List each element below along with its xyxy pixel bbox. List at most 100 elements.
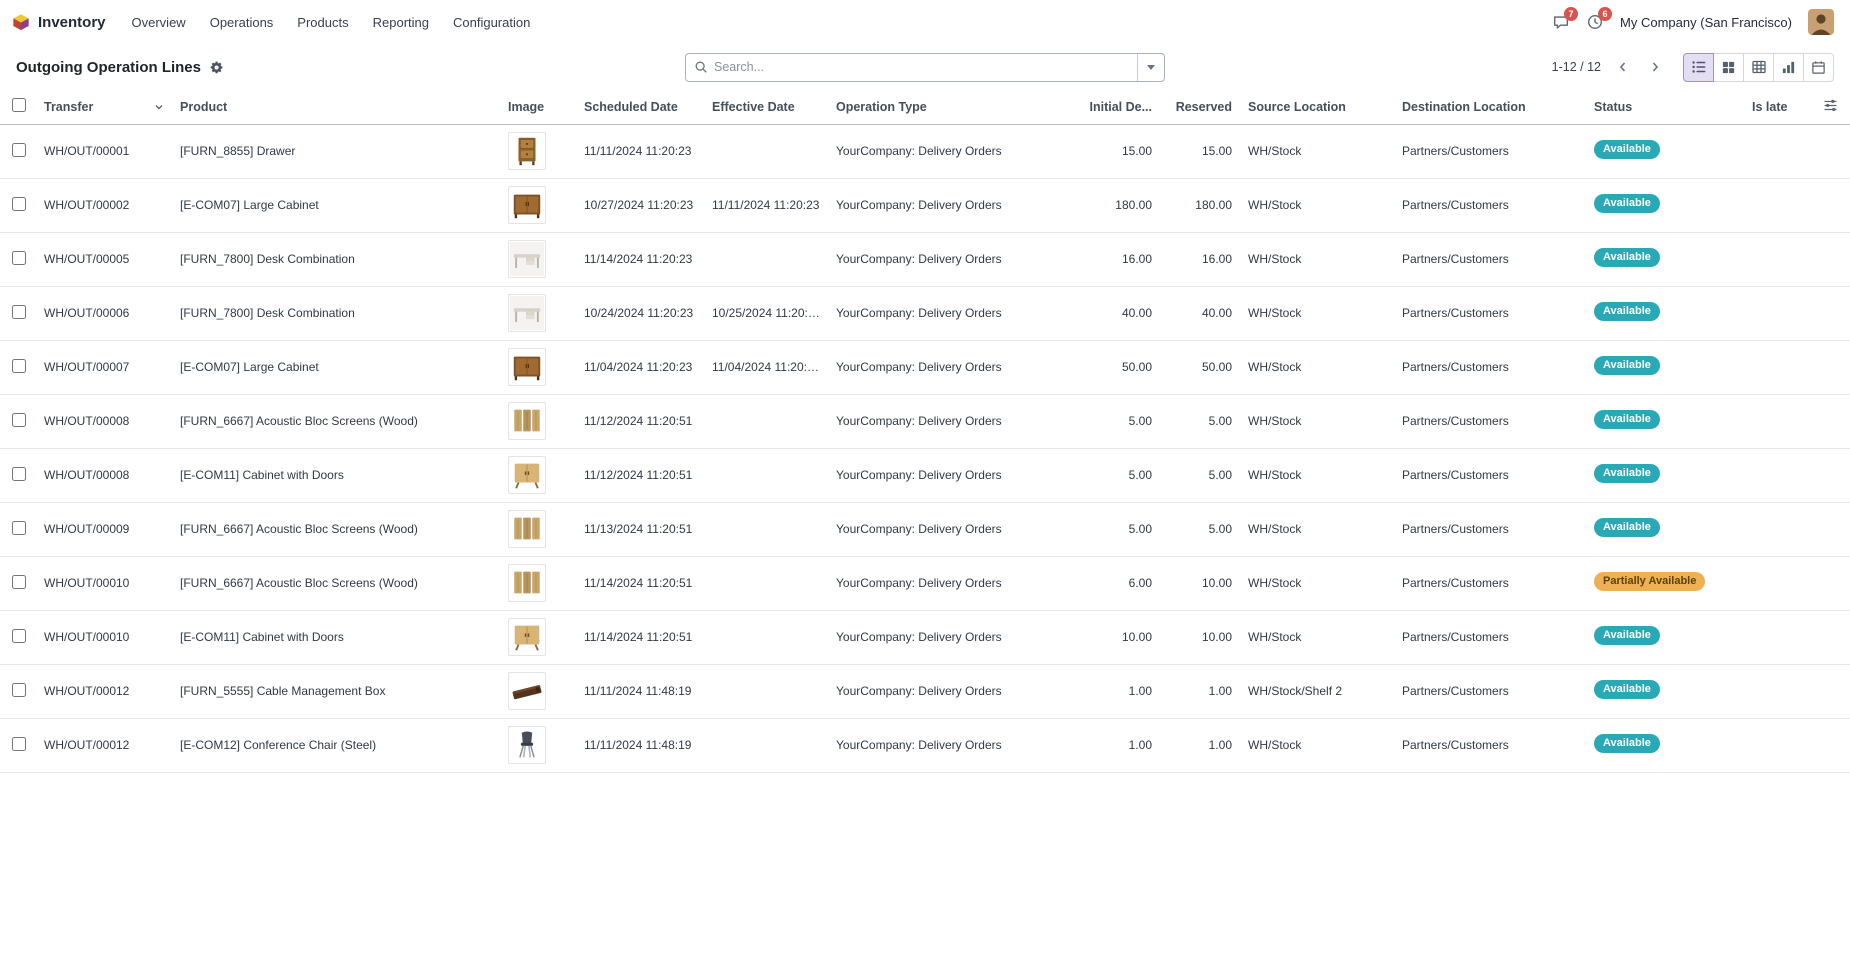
view-switch-calendar[interactable]	[1803, 53, 1834, 82]
menu-configuration[interactable]: Configuration	[453, 15, 530, 30]
operation-type-cell[interactable]: YourCompany: Delivery Orders	[828, 448, 1074, 502]
source-location-cell[interactable]: WH/Stock	[1240, 394, 1394, 448]
operation-type-cell[interactable]: YourCompany: Delivery Orders	[828, 286, 1074, 340]
menu-reporting[interactable]: Reporting	[373, 15, 429, 30]
product-cell[interactable]: [FURN_7800] Desk Combination	[172, 232, 500, 286]
table-row[interactable]: WH/OUT/00005[FURN_7800] Desk Combination…	[0, 232, 1850, 286]
table-row[interactable]: WH/OUT/00002[E-COM07] Large Cabinet10/27…	[0, 178, 1850, 232]
product-cell[interactable]: [E-COM07] Large Cabinet	[172, 178, 500, 232]
initial-demand-cell[interactable]: 6.00	[1074, 556, 1160, 610]
transfer-cell[interactable]: WH/OUT/00008	[36, 394, 172, 448]
search-input[interactable]	[714, 60, 1137, 74]
destination-location-cell[interactable]: Partners/Customers	[1394, 286, 1586, 340]
column-header-effective-date[interactable]: Effective Date	[704, 90, 828, 124]
app-name[interactable]: Inventory	[38, 14, 106, 31]
destination-location-cell[interactable]: Partners/Customers	[1394, 718, 1586, 772]
operation-type-cell[interactable]: YourCompany: Delivery Orders	[828, 340, 1074, 394]
reserved-cell[interactable]: 1.00	[1160, 718, 1240, 772]
action-menu-gear-icon[interactable]	[209, 60, 224, 75]
column-header-image[interactable]: Image	[500, 90, 576, 124]
reserved-cell[interactable]: 40.00	[1160, 286, 1240, 340]
effective-date-cell[interactable]	[704, 502, 828, 556]
column-header-product[interactable]: Product	[172, 90, 500, 124]
row-checkbox[interactable]	[12, 575, 26, 589]
operation-type-cell[interactable]: YourCompany: Delivery Orders	[828, 502, 1074, 556]
row-checkbox[interactable]	[12, 413, 26, 427]
initial-demand-cell[interactable]: 5.00	[1074, 502, 1160, 556]
table-row[interactable]: WH/OUT/00008[FURN_6667] Acoustic Bloc Sc…	[0, 394, 1850, 448]
destination-location-cell[interactable]: Partners/Customers	[1394, 556, 1586, 610]
source-location-cell[interactable]: WH/Stock	[1240, 610, 1394, 664]
menu-operations[interactable]: Operations	[210, 15, 274, 30]
scheduled-date-cell[interactable]: 11/04/2024 11:20:23	[576, 340, 704, 394]
row-checkbox[interactable]	[12, 467, 26, 481]
operation-type-cell[interactable]: YourCompany: Delivery Orders	[828, 610, 1074, 664]
effective-date-cell[interactable]	[704, 232, 828, 286]
table-row[interactable]: WH/OUT/00009[FURN_6667] Acoustic Bloc Sc…	[0, 502, 1850, 556]
table-row[interactable]: WH/OUT/00008[E-COM11] Cabinet with Doors…	[0, 448, 1850, 502]
row-checkbox[interactable]	[12, 305, 26, 319]
menu-overview[interactable]: Overview	[132, 15, 186, 30]
view-switch-pivot[interactable]	[1743, 53, 1774, 82]
row-checkbox[interactable]	[12, 737, 26, 751]
pager-previous-button[interactable]	[1611, 55, 1635, 79]
operation-type-cell[interactable]: YourCompany: Delivery Orders	[828, 124, 1074, 178]
table-row[interactable]: WH/OUT/00001[FURN_8855] Drawer11/11/2024…	[0, 124, 1850, 178]
row-checkbox[interactable]	[12, 521, 26, 535]
transfer-cell[interactable]: WH/OUT/00001	[36, 124, 172, 178]
effective-date-cell[interactable]	[704, 610, 828, 664]
product-cell[interactable]: [FURN_6667] Acoustic Bloc Screens (Wood)	[172, 556, 500, 610]
table-row[interactable]: WH/OUT/00007[E-COM07] Large Cabinet11/04…	[0, 340, 1850, 394]
operation-type-cell[interactable]: YourCompany: Delivery Orders	[828, 718, 1074, 772]
transfer-cell[interactable]: WH/OUT/00009	[36, 502, 172, 556]
reserved-cell[interactable]: 10.00	[1160, 556, 1240, 610]
source-location-cell[interactable]: WH/Stock	[1240, 448, 1394, 502]
source-location-cell[interactable]: WH/Stock	[1240, 340, 1394, 394]
initial-demand-cell[interactable]: 16.00	[1074, 232, 1160, 286]
column-header-reserved[interactable]: Reserved	[1160, 90, 1240, 124]
initial-demand-cell[interactable]: 5.00	[1074, 448, 1160, 502]
destination-location-cell[interactable]: Partners/Customers	[1394, 124, 1586, 178]
transfer-cell[interactable]: WH/OUT/00012	[36, 718, 172, 772]
transfer-cell[interactable]: WH/OUT/00012	[36, 664, 172, 718]
select-all-checkbox[interactable]	[12, 98, 26, 112]
table-row[interactable]: WH/OUT/00010[E-COM11] Cabinet with Doors…	[0, 610, 1850, 664]
reserved-cell[interactable]: 1.00	[1160, 664, 1240, 718]
destination-location-cell[interactable]: Partners/Customers	[1394, 664, 1586, 718]
messages-button[interactable]: 7	[1552, 13, 1570, 31]
product-cell[interactable]: [FURN_5555] Cable Management Box	[172, 664, 500, 718]
initial-demand-cell[interactable]: 40.00	[1074, 286, 1160, 340]
table-row[interactable]: WH/OUT/00012[FURN_5555] Cable Management…	[0, 664, 1850, 718]
odoo-logo-icon[interactable]	[12, 13, 30, 31]
source-location-cell[interactable]: WH/Stock	[1240, 502, 1394, 556]
transfer-cell[interactable]: WH/OUT/00006	[36, 286, 172, 340]
initial-demand-cell[interactable]: 180.00	[1074, 178, 1160, 232]
destination-location-cell[interactable]: Partners/Customers	[1394, 448, 1586, 502]
reserved-cell[interactable]: 10.00	[1160, 610, 1240, 664]
scheduled-date-cell[interactable]: 11/14/2024 11:20:51	[576, 610, 704, 664]
source-location-cell[interactable]: WH/Stock	[1240, 124, 1394, 178]
effective-date-cell[interactable]	[704, 718, 828, 772]
source-location-cell[interactable]: WH/Stock/Shelf 2	[1240, 664, 1394, 718]
initial-demand-cell[interactable]: 15.00	[1074, 124, 1160, 178]
user-avatar[interactable]	[1808, 9, 1834, 35]
source-location-cell[interactable]: WH/Stock	[1240, 286, 1394, 340]
initial-demand-cell[interactable]: 10.00	[1074, 610, 1160, 664]
transfer-cell[interactable]: WH/OUT/00008	[36, 448, 172, 502]
scheduled-date-cell[interactable]: 11/14/2024 11:20:23	[576, 232, 704, 286]
operation-type-cell[interactable]: YourCompany: Delivery Orders	[828, 664, 1074, 718]
transfer-cell[interactable]: WH/OUT/00010	[36, 610, 172, 664]
row-checkbox[interactable]	[12, 197, 26, 211]
source-location-cell[interactable]: WH/Stock	[1240, 232, 1394, 286]
row-checkbox[interactable]	[12, 683, 26, 697]
effective-date-cell[interactable]	[704, 448, 828, 502]
view-switch-graph[interactable]	[1773, 53, 1804, 82]
destination-location-cell[interactable]: Partners/Customers	[1394, 502, 1586, 556]
pager-next-button[interactable]	[1643, 55, 1667, 79]
reserved-cell[interactable]: 180.00	[1160, 178, 1240, 232]
destination-location-cell[interactable]: Partners/Customers	[1394, 178, 1586, 232]
scheduled-date-cell[interactable]: 11/11/2024 11:48:19	[576, 664, 704, 718]
column-header-transfer[interactable]: Transfer	[36, 90, 172, 124]
effective-date-cell[interactable]: 10/25/2024 11:20:23	[704, 286, 828, 340]
scheduled-date-cell[interactable]: 11/11/2024 11:48:19	[576, 718, 704, 772]
